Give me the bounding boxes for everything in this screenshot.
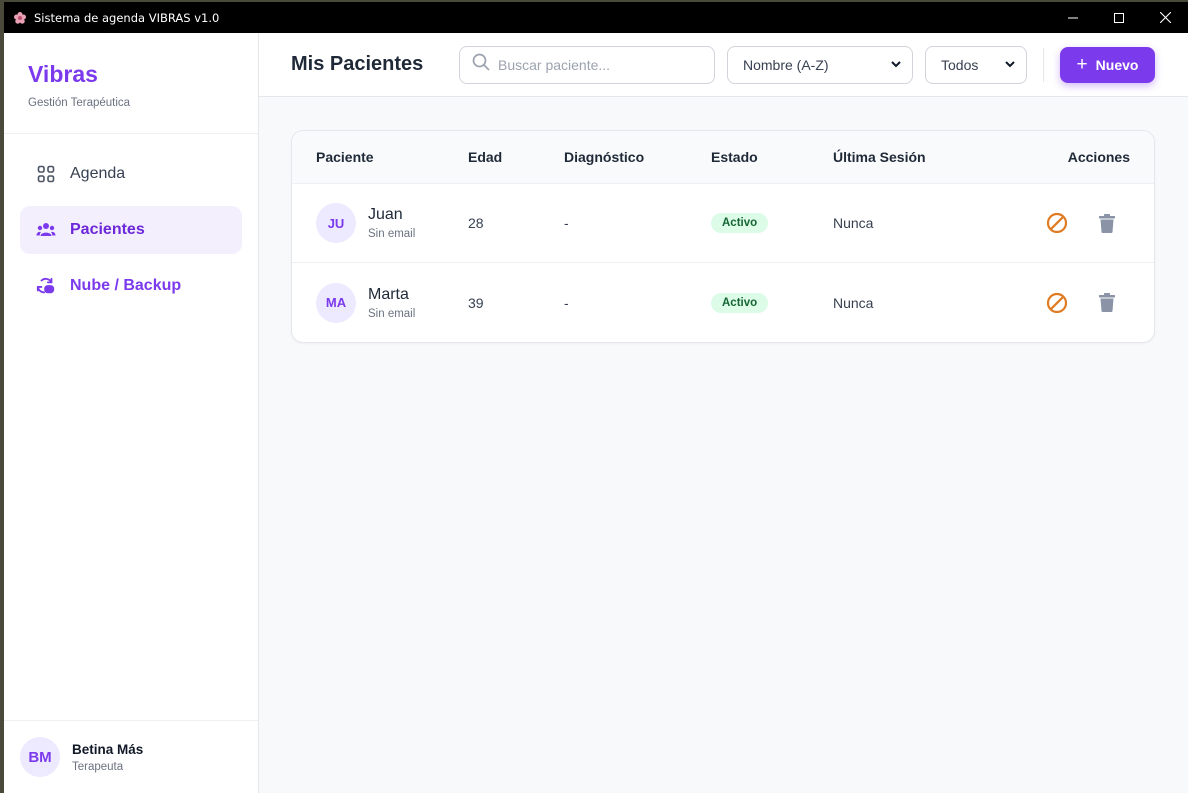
title-bar: Sistema de agenda VIBRAS v1.0 [4, 2, 1188, 33]
patient-age: 28 [468, 215, 484, 231]
user-role: Terapeuta [72, 760, 124, 773]
column-header: Edad [468, 149, 503, 165]
brand-block: Vibras Gestión Terapéutica [4, 33, 258, 134]
sidebar-item-label: Nube / Backup [70, 277, 182, 294]
sidebar-item-nube-backup[interactable]: Nube / Backup [20, 262, 242, 310]
app-window: Sistema de agenda VIBRAS v1.0 Vibras Ges… [4, 2, 1188, 793]
chevron-down-icon [890, 57, 902, 73]
trash-icon[interactable] [1096, 212, 1118, 234]
user-profile[interactable]: BM Betina Más Terapeuta [4, 720, 258, 793]
filter-select-value: Todos [941, 56, 979, 73]
status-filter-select[interactable]: Todos [925, 45, 1027, 84]
brand-subtitle: Gestión Terapéutica [28, 97, 131, 109]
sidebar: Vibras Gestión Terapéutica Agenda Pacien… [4, 33, 259, 793]
search-box[interactable] [459, 45, 715, 84]
minimize-button[interactable] [1050, 2, 1096, 33]
user-name: Betina Más [72, 741, 144, 757]
patient-email: Sin email [368, 228, 416, 240]
trash-icon[interactable] [1096, 292, 1118, 314]
sidebar-item-pacientes[interactable]: Pacientes [20, 206, 242, 254]
search-input[interactable] [498, 56, 698, 73]
patient-avatar: MA [316, 282, 356, 323]
sidebar-item-label: Pacientes [70, 221, 145, 238]
patient-name: Juan [368, 206, 403, 223]
main-content: Mis Pacientes Nombre (A-Z) Todos [259, 33, 1188, 793]
sort-select-value: Nombre (A-Z) [743, 56, 829, 73]
patient-avatar: JU [316, 203, 356, 243]
patient-diagnosis: - [564, 294, 569, 311]
maximize-button[interactable] [1096, 2, 1142, 33]
lotus-icon [12, 10, 28, 26]
column-header: Acciones [1067, 149, 1130, 165]
table-row[interactable]: JU Juan Sin email 28 - Activo Nunca [292, 184, 1154, 263]
search-icon [472, 53, 490, 76]
brand-name: Vibras [28, 61, 98, 87]
chevron-down-icon [1004, 57, 1016, 73]
top-bar: Mis Pacientes Nombre (A-Z) Todos [259, 33, 1188, 97]
sidebar-nav: Agenda Pacientes Nube / Backup [4, 134, 258, 334]
patient-last-session: Nunca [833, 215, 874, 231]
page-title: Mis Pacientes [291, 53, 424, 75]
new-patient-button[interactable]: + Nuevo [1060, 46, 1155, 83]
users-icon [36, 220, 56, 240]
status-badge: Activo [711, 213, 769, 233]
status-badge: Activo [711, 292, 769, 313]
patients-table: Paciente Edad Diagnóstico Estado Última … [291, 130, 1155, 343]
table-header: Paciente Edad Diagnóstico Estado Última … [292, 131, 1154, 184]
patient-name: Marta [368, 285, 409, 303]
sort-select[interactable]: Nombre (A-Z) [727, 45, 913, 84]
deactivate-icon[interactable] [1046, 292, 1068, 314]
patient-diagnosis: - [564, 215, 569, 231]
new-patient-label: Nuevo [1095, 56, 1139, 73]
sidebar-item-agenda[interactable]: Agenda [20, 150, 242, 198]
column-header: Estado [711, 149, 758, 165]
column-header: Última Sesión [833, 149, 926, 165]
column-header: Paciente [316, 149, 374, 165]
toolbar-divider [1043, 47, 1044, 82]
plus-icon: + [1076, 54, 1088, 75]
table-row[interactable]: MA Marta Sin email 39 - Activo Nunca [292, 263, 1154, 342]
patient-email: Sin email [368, 307, 416, 320]
avatar: BM [20, 737, 60, 777]
sidebar-item-label: Agenda [70, 165, 126, 182]
patient-last-session: Nunca [833, 294, 874, 311]
close-window-button[interactable] [1142, 2, 1188, 33]
column-header: Diagnóstico [564, 149, 645, 165]
grid-icon [36, 164, 56, 184]
cloud-sync-icon [36, 276, 56, 296]
patient-age: 39 [468, 294, 484, 311]
deactivate-icon[interactable] [1046, 212, 1068, 234]
window-title: Sistema de agenda VIBRAS v1.0 [34, 10, 220, 25]
